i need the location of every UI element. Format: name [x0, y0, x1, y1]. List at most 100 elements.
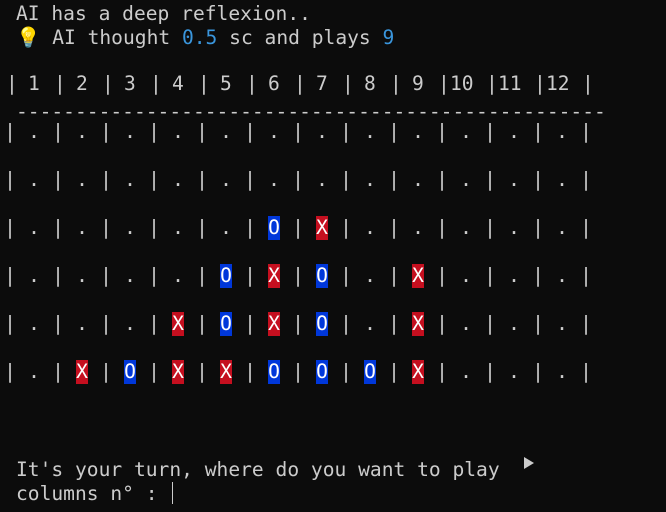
cell-separator: | [388, 360, 400, 383]
cell-separator: | [100, 312, 112, 335]
column-header-11[interactable]: 11 [498, 72, 522, 96]
empty-cell: . [364, 216, 376, 239]
cell-separator: | [532, 360, 544, 383]
empty-cell: . [172, 216, 184, 239]
cell-separator: | [52, 216, 64, 239]
cell-separator: | [484, 360, 496, 383]
empty-cell: . [556, 360, 568, 383]
column-header-12[interactable]: 12 [546, 72, 570, 96]
empty-cell: . [556, 264, 568, 287]
empty-cell: . [28, 312, 40, 335]
cell-separator: | [388, 120, 400, 143]
cell-separator: | [196, 216, 208, 239]
empty-cell: . [268, 168, 280, 191]
cell-separator: | [436, 264, 448, 287]
column-header-1[interactable]: 1 [28, 72, 40, 96]
cell-separator: | [388, 216, 400, 239]
cell-separator: | [244, 360, 256, 383]
empty-cell: . [460, 360, 472, 383]
empty-cell: . [316, 168, 328, 191]
cell-separator: | [532, 168, 544, 191]
blue-o-token: O [316, 312, 328, 336]
cell-separator: | [100, 168, 112, 191]
cell-separator: | [580, 216, 592, 239]
empty-cell: . [76, 120, 88, 143]
cell-separator: | [292, 168, 304, 191]
empty-cell: . [412, 120, 424, 143]
cell-separator: | [100, 216, 112, 239]
empty-cell: . [220, 120, 232, 143]
cell-separator: | [100, 360, 112, 383]
header-separator: | [342, 72, 354, 95]
blue-o-token: O [316, 360, 328, 384]
empty-cell: . [364, 312, 376, 335]
cell-separator: | [244, 264, 256, 287]
cell-separator: | [436, 168, 448, 191]
cell-separator: | [196, 120, 208, 143]
empty-cell: . [364, 120, 376, 143]
empty-cell: . [220, 216, 232, 239]
column-header-5[interactable]: 5 [220, 72, 232, 96]
empty-cell: . [28, 168, 40, 191]
thought-prefix: AI thought [52, 26, 182, 49]
cell-separator: | [100, 120, 112, 143]
cell-separator: | [580, 264, 592, 287]
empty-cell: . [76, 168, 88, 191]
empty-cell: . [124, 216, 136, 239]
cell-separator: | [436, 312, 448, 335]
column-header-10[interactable]: 10 [450, 72, 474, 96]
header-separator: | [486, 72, 498, 95]
cell-separator: | [580, 120, 592, 143]
column-header-3[interactable]: 3 [124, 72, 136, 96]
input-label: columns n° : [16, 482, 170, 505]
column-header-8[interactable]: 8 [364, 72, 376, 96]
cell-separator: | [532, 216, 544, 239]
header-separator: | [150, 72, 162, 95]
column-header-2[interactable]: 2 [76, 72, 88, 96]
column-header-6[interactable]: 6 [268, 72, 280, 96]
cell-separator: | [532, 312, 544, 335]
cell-separator: | [52, 264, 64, 287]
column-header-4[interactable]: 4 [172, 72, 184, 96]
empty-cell: . [508, 168, 520, 191]
empty-cell: . [460, 120, 472, 143]
cell-separator: | [484, 168, 496, 191]
cell-separator: | [436, 360, 448, 383]
red-x-token: X [412, 312, 424, 336]
empty-cell: . [508, 264, 520, 287]
cell-separator: | [148, 264, 160, 287]
lightbulb-icon: 💡 [16, 26, 41, 49]
empty-cell: . [28, 216, 40, 239]
empty-cell: . [76, 216, 88, 239]
empty-cell: . [460, 312, 472, 335]
header-separator: | [390, 72, 402, 95]
cell-separator: | [196, 264, 208, 287]
header-separator: | [198, 72, 210, 95]
thought-column: 9 [382, 26, 395, 49]
empty-cell: . [460, 168, 472, 191]
header-separator: | [6, 72, 18, 95]
cell-separator: | [340, 120, 352, 143]
cell-separator: | [4, 216, 16, 239]
cell-separator: | [148, 216, 160, 239]
cell-separator: | [52, 168, 64, 191]
empty-cell: . [28, 120, 40, 143]
cell-separator: | [52, 120, 64, 143]
empty-cell: . [76, 312, 88, 335]
empty-cell: . [508, 216, 520, 239]
cell-separator: | [148, 360, 160, 383]
cell-separator: | [484, 312, 496, 335]
status-line: AI has a deep reflexion.. [16, 2, 311, 25]
cell-separator: | [148, 120, 160, 143]
header-separator: | [54, 72, 66, 95]
empty-cell: . [124, 312, 136, 335]
header-separator: | [294, 72, 306, 95]
text-cursor[interactable] [172, 482, 173, 504]
column-header-9[interactable]: 9 [412, 72, 424, 96]
empty-cell: . [124, 120, 136, 143]
column-header-7[interactable]: 7 [316, 72, 328, 96]
empty-cell: . [364, 168, 376, 191]
cell-separator: | [4, 168, 16, 191]
cell-separator: | [340, 168, 352, 191]
cell-separator: | [196, 168, 208, 191]
